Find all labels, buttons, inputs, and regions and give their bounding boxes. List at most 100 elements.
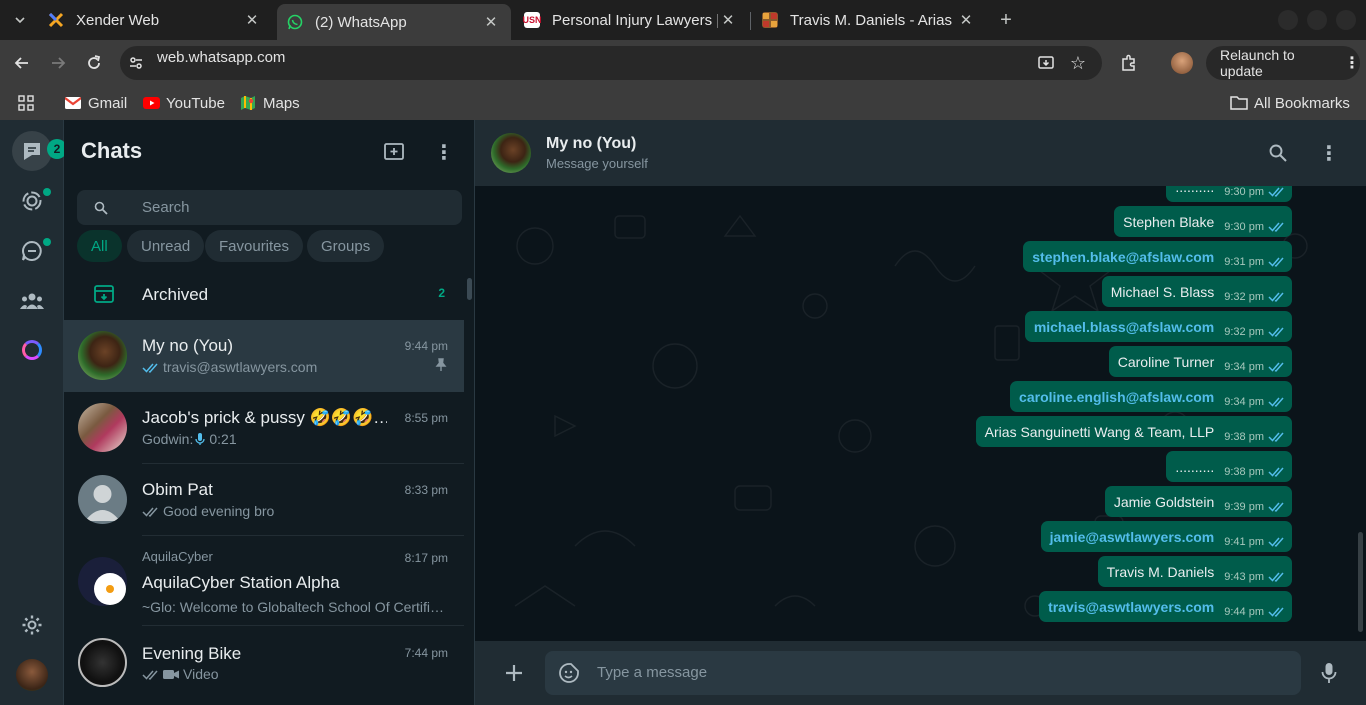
tab-xender-web[interactable]: Xender Web ✕ (38, 4, 272, 36)
url-text[interactable]: web.whatsapp.com (157, 49, 285, 66)
reload-icon[interactable] (82, 51, 106, 75)
maximize-window-icon[interactable] (1305, 8, 1329, 32)
chat-list-item[interactable]: My no (You) 9:44 pm travis@aswtlawyers.c… (64, 320, 464, 392)
chat-preview: ~Glo: Welcome to Globaltech School Of Ce… (142, 599, 445, 615)
all-bookmarks-folder[interactable]: All Bookmarks (1230, 91, 1350, 115)
bookmark-youtube[interactable]: YouTube (142, 91, 225, 115)
message-email-link[interactable]: travis@aswtlawyers.com (1048, 599, 1214, 615)
conversation-scrollbar[interactable] (1358, 532, 1363, 632)
tab-travis-daniels[interactable]: Travis M. Daniels - Arias S ✕ (752, 4, 986, 36)
message-bubble[interactable]: stephen.blake@afslaw.com 9:31 pm (1023, 241, 1292, 272)
filter-groups[interactable]: Groups (307, 230, 385, 262)
chat-name: AquilaCyber Station Alpha (142, 573, 340, 592)
message-bubble[interactable]: michael.blass@afslaw.com 9:32 pm (1024, 311, 1292, 342)
message-email-link[interactable]: stephen.blake@afslaw.com (1032, 249, 1214, 265)
search-icon[interactable] (1266, 141, 1290, 165)
message-bubble[interactable]: caroline.english@afslaw.com 9:34 pm (1010, 381, 1292, 412)
message-bubble[interactable]: Caroline Turner 9:34 pm (1108, 346, 1292, 377)
search-icon (89, 196, 113, 220)
menu-kebab-icon[interactable]: ⋮ (1317, 141, 1341, 165)
message-bubble[interactable]: Michael S. Blass 9:32 pm (1101, 276, 1292, 307)
close-tab-icon[interactable]: ✕ (718, 11, 738, 29)
apps-grid-icon[interactable] (14, 91, 38, 115)
conversation-header[interactable]: My no (You) Message yourself ⋮ (475, 120, 1366, 186)
delivered-ticks-icon (142, 507, 158, 517)
close-tab-icon[interactable]: ✕ (956, 11, 976, 29)
communities-nav-button[interactable] (12, 281, 52, 321)
settings-nav-button[interactable] (12, 605, 52, 645)
read-ticks-icon (1268, 257, 1284, 267)
attach-plus-icon[interactable] (502, 661, 526, 685)
message-email-link[interactable]: caroline.english@afslaw.com (1019, 389, 1214, 405)
filter-unread[interactable]: Unread (127, 230, 205, 262)
search-input[interactable]: Search (77, 190, 462, 225)
profile-nav-button[interactable] (12, 655, 52, 695)
message-bubble[interactable]: Stephen Blake 9:30 pm (1114, 206, 1292, 237)
read-ticks-icon (1268, 187, 1284, 197)
chat-list-item[interactable]: Jacob's prick & pussy 🤣🤣🤣… 8:55 pm Godwi… (64, 392, 464, 464)
chats-nav-button[interactable]: 2 (12, 131, 67, 171)
chat-preview: travis@aswtlawyers.com (142, 359, 447, 375)
message-meta: 9:44 pm (1224, 606, 1284, 618)
message-bubble[interactable]: Arias Sanguinetti Wang & Team, LLP 9:38 p… (975, 416, 1292, 447)
message-list[interactable]: .......... 9:30 pm Stephen Blake 9:30 pm ste… (475, 186, 1366, 641)
message-email-link[interactable]: jamie@aswtlawyers.com (1050, 529, 1215, 545)
profile-avatar-icon[interactable] (1170, 51, 1194, 75)
chat-list-item[interactable]: Obim Pat 8:33 pm Good evening bro (64, 464, 464, 536)
message-input[interactable]: Type a message (545, 651, 1301, 695)
menu-kebab-icon[interactable]: ⋮ (432, 140, 456, 164)
bookmark-gmail[interactable]: Gmail (64, 91, 127, 115)
message-bubble[interactable]: Travis M. Daniels 9:43 pm (1097, 556, 1292, 587)
bookmark-star-icon[interactable]: ☆ (1066, 51, 1090, 75)
message-bubble[interactable]: jamie@aswtlawyers.com 9:41 pm (1040, 521, 1292, 552)
chat-list-scrollbar[interactable] (467, 278, 472, 300)
new-channel-update-dot (43, 238, 51, 246)
close-tab-icon[interactable]: ✕ (481, 13, 501, 31)
read-ticks-icon (1268, 292, 1284, 302)
message-time: 9:43 pm (1224, 570, 1264, 583)
extensions-icon[interactable] (1117, 51, 1141, 75)
chat-list-item[interactable]: AquilaCyber AquilaCyber Station Alpha 8:… (64, 536, 464, 626)
back-arrow-icon[interactable] (10, 51, 34, 75)
site-info-icon[interactable] (124, 51, 148, 75)
meta-ai-button[interactable] (12, 330, 52, 370)
close-window-icon[interactable] (1334, 8, 1358, 32)
filter-all[interactable]: All (77, 230, 122, 262)
relaunch-to-update-button[interactable]: Relaunch to update ⋮ (1206, 46, 1360, 80)
message-time: 9:39 pm (1224, 500, 1264, 513)
bookmark-label: Gmail (88, 94, 128, 112)
site-favicon-icon (762, 12, 778, 28)
community-name: AquilaCyber (142, 549, 213, 564)
channels-nav-button[interactable] (12, 231, 52, 271)
status-nav-button[interactable] (12, 181, 52, 221)
read-ticks-icon (1268, 572, 1284, 582)
profile-avatar (16, 659, 48, 691)
xender-favicon-icon (48, 12, 64, 28)
new-chat-icon[interactable] (382, 140, 406, 164)
message-meta: 9:32 pm (1224, 326, 1284, 338)
message-bubble[interactable]: travis@aswtlawyers.com 9:44 pm (1039, 591, 1292, 622)
message-time: 9:32 pm (1224, 325, 1264, 338)
sticker-emoji-icon[interactable] (557, 661, 581, 685)
bookmark-maps[interactable]: Maps (239, 91, 300, 115)
message-bubble[interactable]: Jamie Goldstein 9:39 pm (1104, 486, 1292, 517)
install-app-icon[interactable] (1034, 51, 1058, 75)
message-email-link[interactable]: michael.blass@afslaw.com (1034, 319, 1214, 335)
message-bubble[interactable]: .......... 9:30 pm (1166, 186, 1292, 202)
new-tab-icon[interactable]: + (994, 8, 1018, 32)
close-tab-icon[interactable]: ✕ (242, 11, 262, 29)
contact-avatar[interactable] (491, 133, 531, 173)
tab-search-chevron-icon[interactable] (8, 8, 32, 32)
message-bubble[interactable]: .......... 9:38 pm (1166, 451, 1292, 482)
filter-favourites[interactable]: Favourites (205, 230, 304, 262)
tab-personal-injury-lawyers[interactable]: USN Personal Injury Lawyers | ✕ (514, 4, 748, 36)
chat-list-item[interactable]: Evening Bike 7:44 pm Video (64, 627, 464, 699)
whatsapp-favicon-icon (287, 14, 303, 30)
message-text: Stephen Blake (1123, 213, 1215, 230)
forward-arrow-icon[interactable] (46, 51, 70, 75)
read-ticks-icon (1268, 397, 1284, 407)
archived-row[interactable]: Archived 2 (64, 272, 474, 316)
minimize-window-icon[interactable] (1276, 8, 1300, 32)
microphone-icon[interactable] (1317, 661, 1341, 685)
tab-whatsapp[interactable]: (2) WhatsApp ✕ (277, 4, 511, 40)
